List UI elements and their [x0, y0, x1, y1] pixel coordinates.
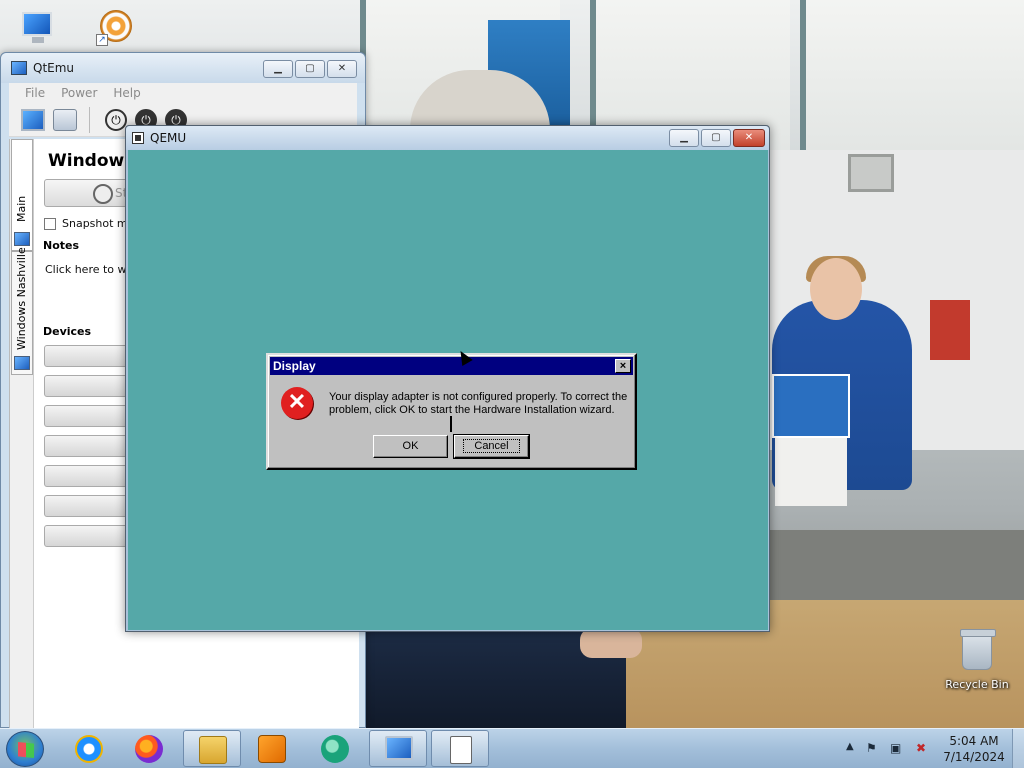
network-icon[interactable]: ▣	[890, 741, 904, 755]
tab-windows-nashville[interactable]: Windows Nashville	[11, 247, 33, 375]
toolbar-separator	[89, 107, 90, 133]
snapshot-row: Snapshot mo	[44, 217, 134, 230]
ok-button[interactable]: OK	[373, 435, 448, 458]
wallpaper-clerk-head	[810, 258, 862, 320]
qemu-title: QEMU	[150, 131, 187, 145]
recycle-bin-icon	[960, 629, 996, 670]
dialog-title: Display	[273, 359, 316, 373]
computer-desktop-icon[interactable]	[18, 8, 58, 48]
vm-display[interactable]: Display × ✕ Your display adapter is not …	[128, 150, 768, 630]
recycle-bin-desktop-icon[interactable]: Recycle Bin	[944, 629, 1010, 696]
clock-date: 7/14/2024	[943, 750, 1005, 764]
wallpaper-counter-top	[770, 530, 1024, 600]
maximize-button[interactable]: ▢	[701, 129, 731, 147]
side-tab-bar: Main Windows Nashville	[10, 139, 34, 729]
notes-heading: Notes	[43, 239, 80, 252]
media-player-icon	[258, 735, 286, 763]
snapshot-label: Snapshot mo	[62, 217, 135, 230]
power-on-icon[interactable]: ⏻	[105, 109, 127, 131]
machine-icon	[14, 356, 30, 370]
qemu-app-icon	[132, 132, 144, 144]
show-desktop-button[interactable]	[1012, 729, 1024, 768]
snapshot-checkbox[interactable]	[44, 217, 56, 230]
flag-icon[interactable]: ⚑	[866, 741, 880, 755]
volume-muted-icon[interactable]: ✖	[916, 741, 930, 755]
wallpaper-hand	[580, 628, 642, 658]
minimize-button[interactable]: ▁	[263, 60, 293, 78]
recycle-bin-label: Recycle Bin	[945, 678, 1009, 691]
taskbar-media-player[interactable]	[243, 730, 301, 767]
wallpaper-sign	[772, 374, 850, 438]
taskbar-qemu[interactable]	[431, 730, 489, 767]
clock[interactable]: 5:04 AM 7/14/2024	[942, 733, 1006, 765]
qtemu-title: QtEmu	[33, 61, 75, 75]
show-hidden-icons-icon[interactable]: ▲	[846, 741, 854, 752]
close-button[interactable]: ✕	[733, 129, 765, 147]
wallpaper-window	[800, 0, 1024, 150]
display-dialog: Display × ✕ Your display adapter is not …	[266, 353, 637, 470]
taskbar-qtemu[interactable]	[369, 730, 427, 767]
dialog-titlebar[interactable]: Display ×	[270, 357, 633, 375]
machine-icon	[14, 232, 30, 246]
taskbar-file-explorer[interactable]	[183, 730, 241, 767]
menu-file[interactable]: File	[17, 83, 53, 103]
dialog-message: Your display adapter is not configured p…	[329, 391, 628, 416]
cancel-button[interactable]: Cancel	[453, 434, 530, 459]
text-cursor-icon	[450, 416, 452, 432]
taskbar-firefox[interactable]	[120, 730, 178, 767]
clock-time: 5:04 AM	[949, 734, 999, 748]
qtemu-titlebar[interactable]: QtEmu ▁ ▢ ✕	[1, 53, 365, 83]
folder-icon	[199, 736, 227, 764]
wallpaper-monitor	[848, 154, 894, 192]
maximize-button[interactable]: ▢	[295, 60, 325, 78]
start-button[interactable]	[6, 731, 44, 767]
taskbar-internet-explorer[interactable]	[60, 730, 118, 767]
shortcut-arrow-icon: ↗	[96, 34, 108, 46]
tab-main-label: Main	[15, 195, 28, 222]
power-icon	[93, 184, 113, 204]
firefox-icon	[135, 735, 163, 763]
qemu-titlebar[interactable]: QEMU ▁ ▢ ✕	[126, 126, 769, 150]
vm-title: Windows	[48, 151, 135, 171]
windows-logo-icon	[18, 742, 34, 758]
tab-nashville-label: Windows Nashville	[15, 247, 28, 350]
dialog-close-button[interactable]: ×	[615, 359, 631, 373]
menu-help[interactable]: Help	[105, 83, 148, 103]
close-button[interactable]: ✕	[327, 60, 357, 78]
taskbar-green-app[interactable]	[306, 730, 364, 767]
app-icon	[321, 735, 349, 763]
menu-power[interactable]: Power	[53, 83, 105, 103]
qtemu-app-icon	[11, 61, 27, 75]
minimize-button[interactable]: ▁	[669, 129, 699, 147]
internet-explorer-icon	[75, 735, 103, 763]
devices-heading: Devices	[43, 325, 92, 338]
qtemu-menubar: File Power Help	[9, 83, 357, 103]
qemu-icon	[450, 736, 472, 764]
qtemu-shortcut-icon[interactable]: ↗	[96, 8, 136, 50]
qtemu-icon	[385, 736, 413, 760]
tab-main[interactable]: Main	[11, 139, 33, 251]
open-machine-icon[interactable]	[53, 109, 77, 131]
error-icon: ✕	[281, 387, 313, 419]
taskbar: ▲ ⚑ ▣ ✖ 5:04 AM 7/14/2024	[0, 728, 1024, 768]
cancel-label: Cancel	[463, 439, 520, 453]
system-tray: ▲ ⚑ ▣ ✖ 5:04 AM 7/14/2024	[844, 729, 1024, 768]
qemu-window: QEMU ▁ ▢ ✕ Display × ✕ Your display adap…	[125, 125, 770, 632]
wallpaper-equipment	[930, 300, 970, 360]
wallpaper-register	[775, 438, 847, 506]
monitor-icon	[22, 12, 52, 36]
